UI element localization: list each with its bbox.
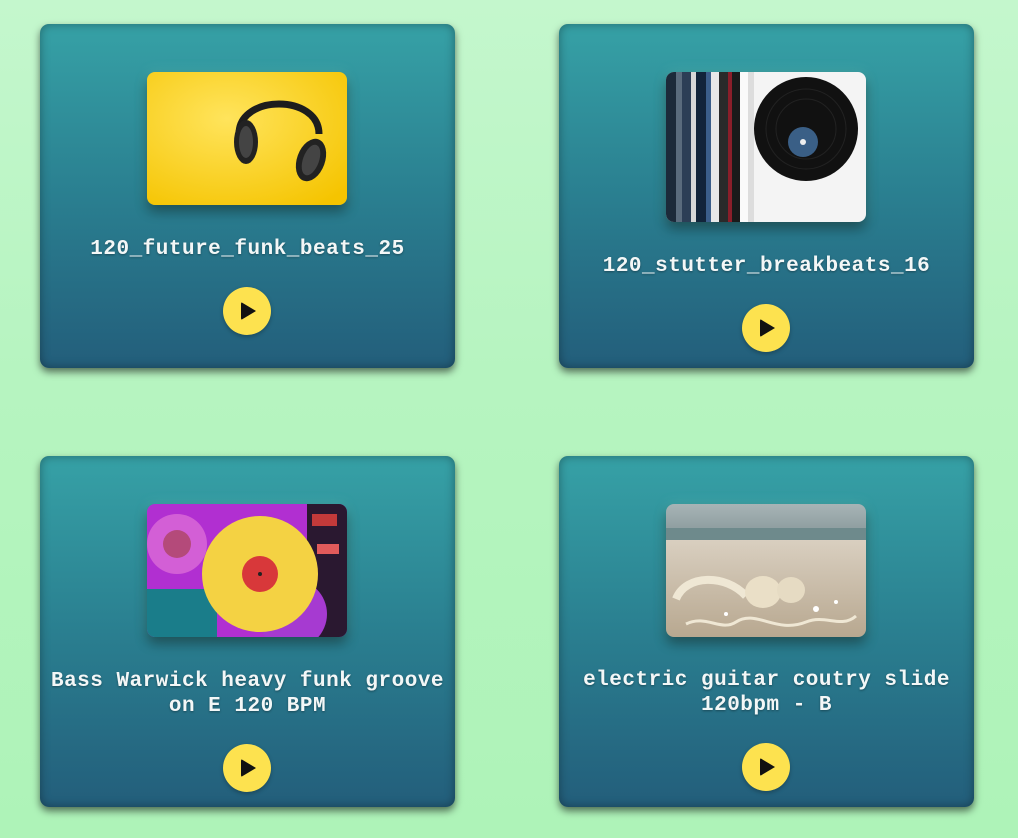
track-card: electric guitar coutry slide 120bpm - B <box>559 456 974 807</box>
track-title: electric guitar coutry slide 120bpm - B <box>583 669 950 717</box>
play-icon <box>241 759 256 777</box>
play-button[interactable] <box>742 743 790 791</box>
track-artwork-headphones <box>147 72 347 205</box>
track-artwork-vinyl <box>666 72 866 222</box>
play-button[interactable] <box>742 304 790 352</box>
play-button[interactable] <box>223 744 271 792</box>
play-button[interactable] <box>223 287 271 335</box>
track-card: 120_stutter_breakbeats_16 <box>559 24 974 368</box>
track-card: 120_future_funk_beats_25 <box>40 24 455 368</box>
play-icon <box>241 302 256 320</box>
track-title: 120_future_funk_beats_25 <box>90 238 405 261</box>
play-icon <box>760 319 775 337</box>
track-card: Bass Warwick heavy funk groove on E 120 … <box>40 456 455 807</box>
track-title: Bass Warwick heavy funk groove on E 120 … <box>50 670 445 718</box>
track-artwork-earbuds-beach <box>666 504 866 637</box>
track-title: 120_stutter_breakbeats_16 <box>602 255 931 278</box>
track-artwork-colored-vinyl <box>147 504 347 637</box>
play-icon <box>760 758 775 776</box>
